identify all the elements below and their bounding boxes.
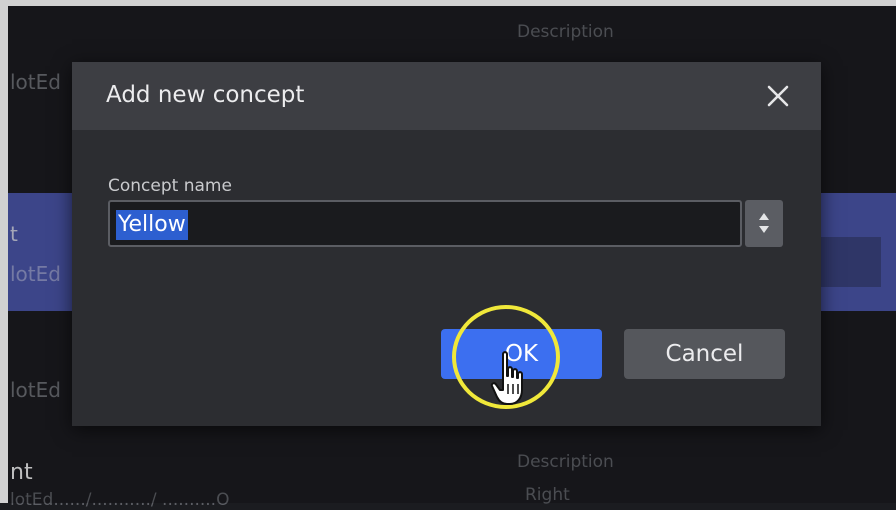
cancel-button[interactable]: Cancel [624,329,785,379]
add-concept-dialog: Add new concept Concept name Yellow OK C… [72,62,821,426]
ok-button[interactable]: OK [441,329,602,379]
close-icon[interactable] [764,82,792,110]
chevron-up-icon[interactable] [759,213,769,220]
dialog-title: Add new concept [106,82,305,108]
dialog-header: Add new concept [72,62,821,130]
chevron-down-icon[interactable] [759,226,769,233]
concept-name-spinner[interactable] [745,200,783,247]
concept-name-label: Concept name [108,176,232,196]
selected-text: Yellow [116,210,188,240]
concept-name-input[interactable]: Yellow [108,200,742,247]
